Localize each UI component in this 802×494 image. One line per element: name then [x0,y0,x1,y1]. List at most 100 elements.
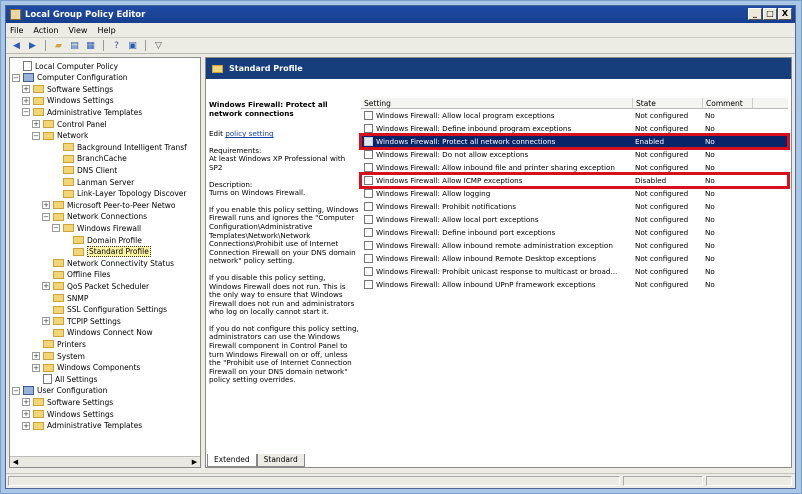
column-setting[interactable]: Setting [361,98,633,108]
menu-view[interactable]: View [68,26,87,35]
tab-standard[interactable]: Standard [256,454,305,467]
expander-icon[interactable]: + [22,96,30,105]
expander-icon[interactable]: + [22,421,30,430]
properties-icon[interactable]: ▣ [126,40,139,52]
tree-item[interactable]: + Windows Settings [22,408,114,420]
scroll-left-icon[interactable]: ◀ [10,457,21,467]
expander-icon[interactable]: + [22,85,30,94]
back-icon[interactable]: ◀ [10,40,23,52]
tree-item[interactable]: + Software Settings [22,396,113,408]
title-bar[interactable]: Local Group Policy Editor _ □ X [6,6,795,23]
tree-item[interactable]: + TCPIP Settings [42,315,121,327]
setting-row[interactable]: Windows Firewall: Allow inbound Remote D… [361,252,788,265]
tree-item[interactable]: SSL Configuration Settings [42,304,167,316]
gpedit-window: Local Group Policy Editor _ □ X File Act… [5,5,796,489]
menu-action[interactable]: Action [33,26,58,35]
tree-item[interactable]: − Windows Firewall [52,222,141,234]
tree-item[interactable]: − Computer Configuration [12,72,128,84]
tree-item[interactable]: BranchCache [52,153,127,165]
tree-item[interactable]: Network Connectivity Status [42,257,174,269]
expander-icon[interactable]: + [32,363,40,372]
expander-icon[interactable]: + [22,398,30,407]
policy-setting-icon [364,176,373,185]
tree-item-label: Windows Settings [47,409,114,419]
setting-row[interactable]: Windows Firewall: Define inbound program… [361,122,788,135]
tree-item-label: Lanman Server [77,177,135,187]
column-comment[interactable]: Comment [703,98,753,108]
tree-item[interactable]: + QoS Packet Scheduler [42,280,149,292]
close-button[interactable]: X [778,8,792,20]
setting-row[interactable]: Windows Firewall: Allow inbound file and… [361,161,788,174]
expander-icon[interactable]: + [32,120,40,128]
column-state[interactable]: State [633,98,703,108]
tree-item[interactable]: − Network [32,130,88,142]
tree-item[interactable]: Windows Connect Now [42,327,153,339]
expander-icon[interactable]: + [42,282,50,291]
tree-item[interactable]: + System [32,350,85,362]
expander-icon[interactable]: − [32,131,40,140]
setting-row[interactable]: Windows Firewall: Allow local port excep… [361,213,788,226]
filter-icon[interactable]: ▽ [152,40,165,52]
tree-item[interactable]: Background Intelligent Transf [52,141,187,153]
menu-file[interactable]: File [10,26,23,35]
expander-icon[interactable]: + [42,201,50,210]
tree-item[interactable]: + Windows Components [32,362,140,374]
scroll-right-icon[interactable]: ▶ [189,457,200,467]
tree-item[interactable]: − User Configuration [12,385,107,397]
maximize-button[interactable]: □ [763,8,777,20]
expander-icon[interactable]: + [42,317,50,326]
tree-item[interactable]: + Administrative Templates [22,420,142,432]
expander-icon[interactable]: − [12,73,20,82]
tree-item[interactable]: − Administrative Templates [22,106,142,118]
expander-icon[interactable]: − [52,224,60,233]
setting-row[interactable]: Windows Firewall: Allow ICMP exceptions D… [361,174,788,187]
expander-icon[interactable]: + [22,410,30,418]
status-bar [6,473,795,488]
tree-item[interactable]: Lanman Server [52,176,134,188]
setting-row[interactable]: Windows Firewall: Protect all network co… [361,135,788,148]
folder-icon [63,154,74,163]
help-icon[interactable]: ? [110,40,123,52]
setting-row[interactable]: Windows Firewall: Allow inbound UPnP fra… [361,278,788,291]
tree-item[interactable]: − Network Connections [42,211,147,223]
tree-item[interactable]: Printers [32,338,86,350]
setting-row[interactable]: Windows Firewall: Prohibit notifications… [361,200,788,213]
setting-row[interactable]: Windows Firewall: Prohibit unicast respo… [361,265,788,278]
tab-extended[interactable]: Extended [207,454,257,467]
tree-item[interactable]: Offline Files [42,269,110,281]
tree-item[interactable]: SNMP [42,292,88,304]
tree-item[interactable]: + Microsoft Peer-to-Peer Netwo [42,199,176,211]
edit-policy-link[interactable]: policy setting [225,129,273,138]
expander-icon[interactable]: + [32,352,40,360]
show-hide-tree-icon[interactable]: ▤ [68,40,81,52]
tree-item[interactable]: Standard Profile [62,246,151,258]
status-segment [623,476,703,486]
menu-help[interactable]: Help [97,26,115,35]
tree-item[interactable]: + Software Settings [22,83,113,95]
tree-item[interactable]: + Control Panel [32,118,107,130]
setting-row[interactable]: Windows Firewall: Do not allow exception… [361,148,788,161]
tree-item[interactable]: Local Computer Policy [12,60,118,72]
tree-item[interactable]: Domain Profile [62,234,142,246]
tree-item[interactable]: All Settings [32,373,97,385]
tree-item[interactable]: + Windows Settings [22,95,114,107]
export-list-icon[interactable]: ▦ [84,40,97,52]
console-tree[interactable]: ◀ ▶ Local Computer Policy − Computer Confi… [9,57,201,468]
setting-row[interactable]: Windows Firewall: Allow local program ex… [361,109,788,122]
expander-icon[interactable]: − [22,108,30,117]
minimize-button[interactable]: _ [748,8,762,20]
tree-item-label: Windows Connect Now [67,328,153,338]
policy-setting-icon [364,215,373,224]
tree-item[interactable]: Link-Layer Topology Discover [52,188,186,200]
expander-icon[interactable]: − [42,212,50,221]
tree-horizontal-scrollbar[interactable]: ◀ ▶ [10,456,200,467]
setting-row[interactable]: Windows Firewall: Allow logging Not confi… [361,187,788,200]
up-folder-icon[interactable]: ▰ [52,40,65,52]
expander-icon[interactable]: − [12,386,20,395]
setting-row[interactable]: Windows Firewall: Allow inbound remote a… [361,239,788,252]
tree-item[interactable]: DNS Client [52,164,117,176]
setting-row[interactable]: Windows Firewall: Define inbound port ex… [361,226,788,239]
forward-icon[interactable]: ▶ [26,40,39,52]
